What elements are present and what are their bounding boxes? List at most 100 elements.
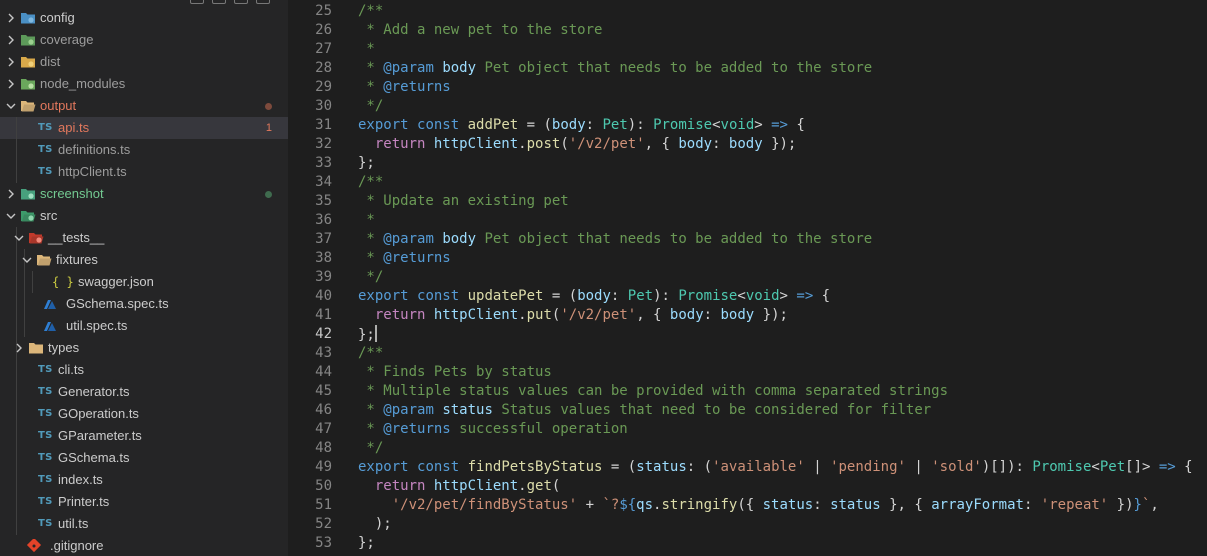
code-line[interactable]: 39 */ [288,268,1207,287]
code-token: < [737,288,746,304]
tree-item-src[interactable]: src [0,205,288,227]
tree-item-index-ts[interactable]: TS index.ts [0,469,288,491]
refresh-icon[interactable] [234,0,248,4]
code-line[interactable]: 52 ); [288,515,1207,534]
new-folder-icon[interactable] [212,0,226,4]
tree-item-tests[interactable]: __tests__ [0,227,288,249]
tree-item-api-ts[interactable]: TS api.ts 1 [0,117,288,139]
code-line[interactable]: 30 */ [288,97,1207,116]
tree-item-config[interactable]: config [0,7,288,29]
tree-item-cli-ts[interactable]: TS cli.ts [0,359,288,381]
code-line[interactable]: 33}; [288,154,1207,173]
code-line[interactable]: 41 return httpClient.put('/v2/pet', { bo… [288,306,1207,325]
chevron-down-icon[interactable] [12,227,26,249]
tree-item-types[interactable]: types [0,337,288,359]
code-line[interactable]: 31 export const addPet = (body: Pet): Pro… [288,116,1207,135]
tree-item-httpclient-ts[interactable]: TS httpClient.ts [0,161,288,183]
code-token: Pet [1099,459,1126,475]
code-token: */ [358,269,384,285]
code-token: []> [1125,459,1159,475]
tree-item-goperation-ts[interactable]: TS GOperation.ts [0,403,288,425]
code-line[interactable]: 53}; [288,534,1207,553]
tree-item-definitions-ts[interactable]: TS definitions.ts [0,139,288,161]
code-line[interactable]: 25 /** [288,2,1207,21]
tree-item-output[interactable]: output [0,95,288,117]
chevron-right-icon[interactable] [4,73,18,95]
chevron-right-icon[interactable] [12,337,26,359]
code-area[interactable]: 25/** 26 * Add a new pet to the store 27 *… [288,2,1207,553]
indent-guide [24,271,25,293]
dist-folder-icon [20,55,36,69]
code-token: successful operation [450,421,628,437]
chevron-right-icon[interactable] [4,7,18,29]
code-line[interactable]: 36 * [288,211,1207,230]
code-line[interactable]: 42}; [288,325,1207,344]
code-token: }; [358,327,375,343]
code-line[interactable]: 35 * Update an existing pet [288,192,1207,211]
code-line[interactable]: 47 * @returns successful operation [288,420,1207,439]
code-line[interactable]: 29 * @returns [288,78,1207,97]
collapse-all-icon[interactable] [256,0,270,4]
line-number: 27 [315,41,332,57]
tree-item-gschema-spec-ts[interactable]: GSchema.spec.ts [0,293,288,315]
tree-item-dist[interactable]: dist [0,51,288,73]
tree-item-printer-ts[interactable]: TS Printer.ts [0,491,288,513]
tree-item-label: src [40,208,58,223]
chevron-right-icon[interactable] [4,29,18,51]
tree-item-gparameter-ts[interactable]: TS GParameter.ts [0,425,288,447]
tree-item-screenshot[interactable]: screenshot [0,183,288,205]
code-line[interactable]: 40 export const updatePet = (body: Pet): … [288,287,1207,306]
chevron-down-icon[interactable] [4,205,18,227]
code-text: /** [358,2,383,21]
code-line[interactable]: 46 * @param status Status values that ne… [288,401,1207,420]
code-token: body [720,307,755,323]
code-text: return httpClient.post('/v2/pet', { body… [358,135,797,154]
code-token: put [526,307,552,323]
code-line[interactable]: 37 * @param body Pet object that needs t… [288,230,1207,249]
code-token: . [518,307,527,323]
code-line[interactable]: 26 * Add a new pet to the store [288,21,1207,40]
code-line[interactable]: 51 '/v2/pet/findByStatus' + `?${qs.strin… [288,496,1207,515]
chevron-down-icon[interactable] [20,249,34,271]
code-line[interactable]: 28 * @param body Pet object that needs t… [288,59,1207,78]
code-token: const [417,288,460,304]
tree-item-generator-ts[interactable]: TS Generator.ts [0,381,288,403]
typescript-file-icon: TS [38,386,53,397]
code-line[interactable]: 45 * Multiple status values can be provi… [288,382,1207,401]
code-line[interactable]: 50 return httpClient.get( [288,477,1207,496]
code-text: * @returns [358,249,450,268]
line-number: 50 [315,478,332,494]
code-editor[interactable]: 25/** 26 * Add a new pet to the store 27 *… [288,0,1207,556]
code-line[interactable]: 32 return httpClient.post('/v2/pet', { b… [288,135,1207,154]
line-number: 49 [315,459,332,475]
chevron-right-icon[interactable] [4,51,18,73]
code-line[interactable]: 34 /** [288,173,1207,192]
new-file-icon[interactable] [190,0,204,4]
tree-item-swagger-json[interactable]: { } swagger.json [0,271,288,293]
code-line[interactable]: 48 */ [288,439,1207,458]
chevron-down-icon[interactable] [4,95,18,117]
code-token: , [1150,497,1159,513]
code-token: addPet [467,117,519,133]
code-line[interactable]: 43 /** [288,344,1207,363]
tree-item-gitignore[interactable]: .gitignore [0,535,288,556]
code-text: * @param body Pet object that needs to b… [358,230,872,249]
tree-item-gschema-ts[interactable]: TS GSchema.ts [0,447,288,469]
text-cursor [374,325,377,342]
code-token: : [585,117,603,133]
tree-item-fixtures[interactable]: fixtures [0,249,288,271]
tree-item-node-modules[interactable]: node_modules [0,73,288,95]
code-line[interactable]: 27 * [288,40,1207,59]
tree-item-util-ts[interactable]: TS util.ts [0,513,288,535]
code-text: * Multiple status values can be provided… [358,382,948,401]
code-token: = ( [543,288,578,304]
code-token: `? [602,497,620,513]
code-text: * Update an existing pet [358,192,568,211]
chevron-right-icon[interactable] [4,183,18,205]
code-line[interactable]: 38 * @returns [288,249,1207,268]
code-line[interactable]: 49 export const findPetsByStatus = (statu… [288,458,1207,477]
tree-item-util-spec-ts[interactable]: util.spec.ts [0,315,288,337]
tree-item-label: .gitignore [50,538,104,553]
tree-item-coverage[interactable]: coverage [0,29,288,51]
code-line[interactable]: 44 * Finds Pets by status [288,363,1207,382]
